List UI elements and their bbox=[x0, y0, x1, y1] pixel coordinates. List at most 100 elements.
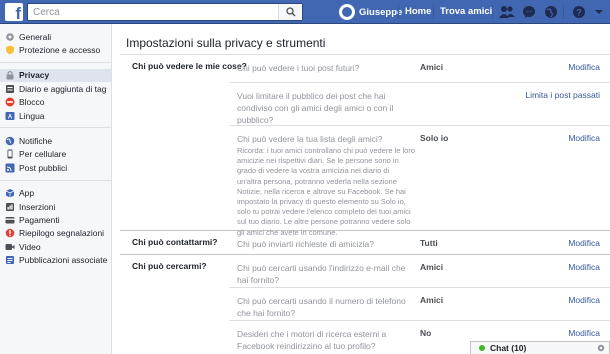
setting-value: No bbox=[420, 328, 432, 338]
avatar bbox=[339, 4, 355, 20]
chat-label: Chat (10) bbox=[490, 343, 527, 353]
section-who-can-see: Chi può vedere le mie cose? Chi può vede… bbox=[120, 55, 610, 237]
sidebar-item-label: Pubblicazioni associate bbox=[19, 255, 108, 266]
setting-question: Chi può cercarti usando il numero di tel… bbox=[237, 296, 406, 318]
sidebar-item-label: Post pubblici bbox=[19, 162, 68, 173]
user-name: Giuseppe bbox=[359, 6, 403, 18]
sidebar-group: Notifiche Per cellulare Post pubblici bbox=[0, 128, 111, 181]
video-icon bbox=[5, 242, 15, 252]
setting-row[interactable]: Chi può vedere i tuoi post futuri? Amici… bbox=[229, 55, 610, 82]
section-who-can-contact: Chi può contattarmi? Chi può inviarti ri… bbox=[120, 231, 610, 255]
setting-row[interactable]: Vuoi limitare il pubblico dei post che h… bbox=[229, 82, 610, 125]
sidebar-item-notifiche[interactable]: Notifiche bbox=[0, 134, 111, 147]
sidebar-item-pubblicazioni[interactable]: Pubblicazioni associate bbox=[0, 253, 111, 266]
setting-value: Solo io bbox=[420, 133, 449, 143]
sidebar-item-app[interactable]: App bbox=[0, 187, 111, 200]
divider bbox=[398, 5, 399, 19]
setting-row[interactable]: Chi può cercarti usando il numero di tel… bbox=[229, 287, 610, 320]
edit-link[interactable]: Modifica bbox=[568, 62, 600, 72]
lock-icon bbox=[5, 70, 15, 80]
sidebar-item-label: Lingua bbox=[19, 110, 45, 121]
find-friends-link[interactable]: Trova amici bbox=[440, 6, 492, 17]
setting-question: Chi può vedere i tuoi post futuri? bbox=[237, 63, 360, 73]
limit-past-posts-link[interactable]: Limita i post passati bbox=[525, 90, 600, 100]
setting-question: Chi può inviarti richieste di amicizia? bbox=[237, 239, 375, 249]
sidebar-item-lingua[interactable]: A Lingua bbox=[0, 109, 111, 122]
facebook-logo[interactable]: f bbox=[5, 3, 23, 22]
sidebar-item-post-pubblici[interactable]: Post pubblici bbox=[0, 161, 111, 174]
page-title: Impostazioni sulla privacy e strumenti bbox=[126, 36, 326, 50]
block-icon bbox=[5, 97, 15, 107]
svg-text:?: ? bbox=[576, 8, 582, 18]
sidebar-item-privacy[interactable]: Privacy bbox=[0, 68, 111, 83]
sidebar-item-label: Inserzioni bbox=[19, 201, 56, 212]
setting-row[interactable]: Chi può inviarti richieste di amicizia? … bbox=[229, 231, 610, 255]
messenger-icon[interactable] bbox=[521, 4, 537, 20]
search-input[interactable] bbox=[28, 4, 278, 20]
svg-text:A: A bbox=[8, 114, 13, 120]
setting-question: Vuoi limitare il pubblico dei post che h… bbox=[237, 91, 394, 125]
sidebar-group: App Inserzioni Pagamenti Riepilogo segna… bbox=[0, 181, 111, 272]
edit-link[interactable]: Modifica bbox=[568, 328, 600, 338]
setting-question: Chi può cercarti usando l'indirizzo e-ma… bbox=[237, 263, 406, 285]
sidebar-item-label: Riepilogo segnalazioni bbox=[19, 228, 105, 239]
sidebar-item-cellulare[interactable]: Per cellulare bbox=[0, 148, 111, 161]
search-icon bbox=[285, 7, 295, 17]
sidebar-item-inserzioni[interactable]: Inserzioni bbox=[0, 200, 111, 213]
sidebar-item-video[interactable]: Video bbox=[0, 240, 111, 253]
report-icon bbox=[5, 228, 15, 238]
sidebar-item-label: Video bbox=[19, 241, 41, 252]
edit-link[interactable]: Modifica bbox=[568, 262, 600, 272]
sidebar-item-label: Per cellulare bbox=[19, 149, 67, 160]
friend-requests-icon[interactable] bbox=[499, 4, 515, 20]
setting-row[interactable]: Chi può cercarti usando l'indirizzo e-ma… bbox=[229, 255, 610, 287]
payments-icon bbox=[5, 215, 15, 225]
sidebar-item-label: Privacy bbox=[19, 70, 50, 81]
divider bbox=[433, 5, 434, 19]
setting-row[interactable]: Chi può vedere la tua lista degli amici?… bbox=[229, 125, 610, 237]
sidebar-group: Generali Protezione e accesso bbox=[0, 24, 111, 63]
account-menu-icon[interactable] bbox=[591, 4, 607, 20]
sidebar-item-generali[interactable]: Generali bbox=[0, 30, 111, 43]
settings-sidebar: Generali Protezione e accesso Privacy Di… bbox=[0, 24, 112, 354]
online-status-icon bbox=[479, 345, 485, 351]
setting-value: Amici bbox=[420, 62, 444, 72]
edit-link[interactable]: Modifica bbox=[568, 133, 600, 143]
gear-icon bbox=[5, 32, 15, 42]
search-box bbox=[27, 3, 303, 21]
setting-question: Chi può vedere la tua lista degli amici? bbox=[237, 134, 383, 144]
setting-value: Amici bbox=[420, 262, 444, 272]
top-bar: f Giuseppe Home Trova amici ? bbox=[0, 0, 610, 24]
edit-link[interactable]: Modifica bbox=[568, 295, 600, 305]
sidebar-item-protezione[interactable]: Protezione e accesso bbox=[0, 43, 111, 56]
chat-settings-icon[interactable] bbox=[597, 344, 605, 352]
sidebar-item-diario[interactable]: Diario e aggiunta di tag bbox=[0, 82, 111, 95]
setting-value: Amici bbox=[420, 295, 444, 305]
chat-bar[interactable]: Chat (10) bbox=[470, 341, 610, 354]
edit-link[interactable]: Modifica bbox=[568, 238, 600, 248]
timeline-icon bbox=[5, 84, 15, 94]
sidebar-item-segnalazioni[interactable]: Riepilogo segnalazioni bbox=[0, 227, 111, 240]
section-label: Chi può contattarmi? bbox=[132, 237, 218, 247]
notifications-globe-icon[interactable] bbox=[543, 4, 559, 20]
setting-value: Tutti bbox=[420, 238, 438, 248]
shield-icon bbox=[5, 45, 15, 55]
setting-question: Desideri che i motori di ricerca esterni… bbox=[237, 329, 387, 351]
divider bbox=[492, 5, 493, 19]
profile-link[interactable]: Giuseppe bbox=[339, 4, 402, 20]
home-link[interactable]: Home bbox=[405, 6, 431, 17]
rss-icon bbox=[5, 163, 15, 173]
globe-icon bbox=[5, 136, 15, 146]
sidebar-item-label: Diario e aggiunta di tag bbox=[19, 83, 107, 94]
help-icon[interactable]: ? bbox=[571, 4, 587, 20]
language-icon: A bbox=[5, 111, 15, 121]
search-button[interactable] bbox=[278, 4, 302, 20]
sidebar-item-pagamenti[interactable]: Pagamenti bbox=[0, 213, 111, 226]
sidebar-item-label: Notifiche bbox=[19, 136, 53, 147]
sidebar-group: Privacy Diario e aggiunta di tag Blocco … bbox=[0, 63, 111, 129]
mobile-icon bbox=[5, 149, 15, 159]
sidebar-item-blocco[interactable]: Blocco bbox=[0, 96, 111, 109]
privacy-settings-panel: Impostazioni sulla privacy e strumenti C… bbox=[112, 24, 610, 354]
ads-icon bbox=[5, 202, 15, 212]
setting-note: Ricorda: i tuoi amici controllano chi pu… bbox=[237, 146, 416, 237]
